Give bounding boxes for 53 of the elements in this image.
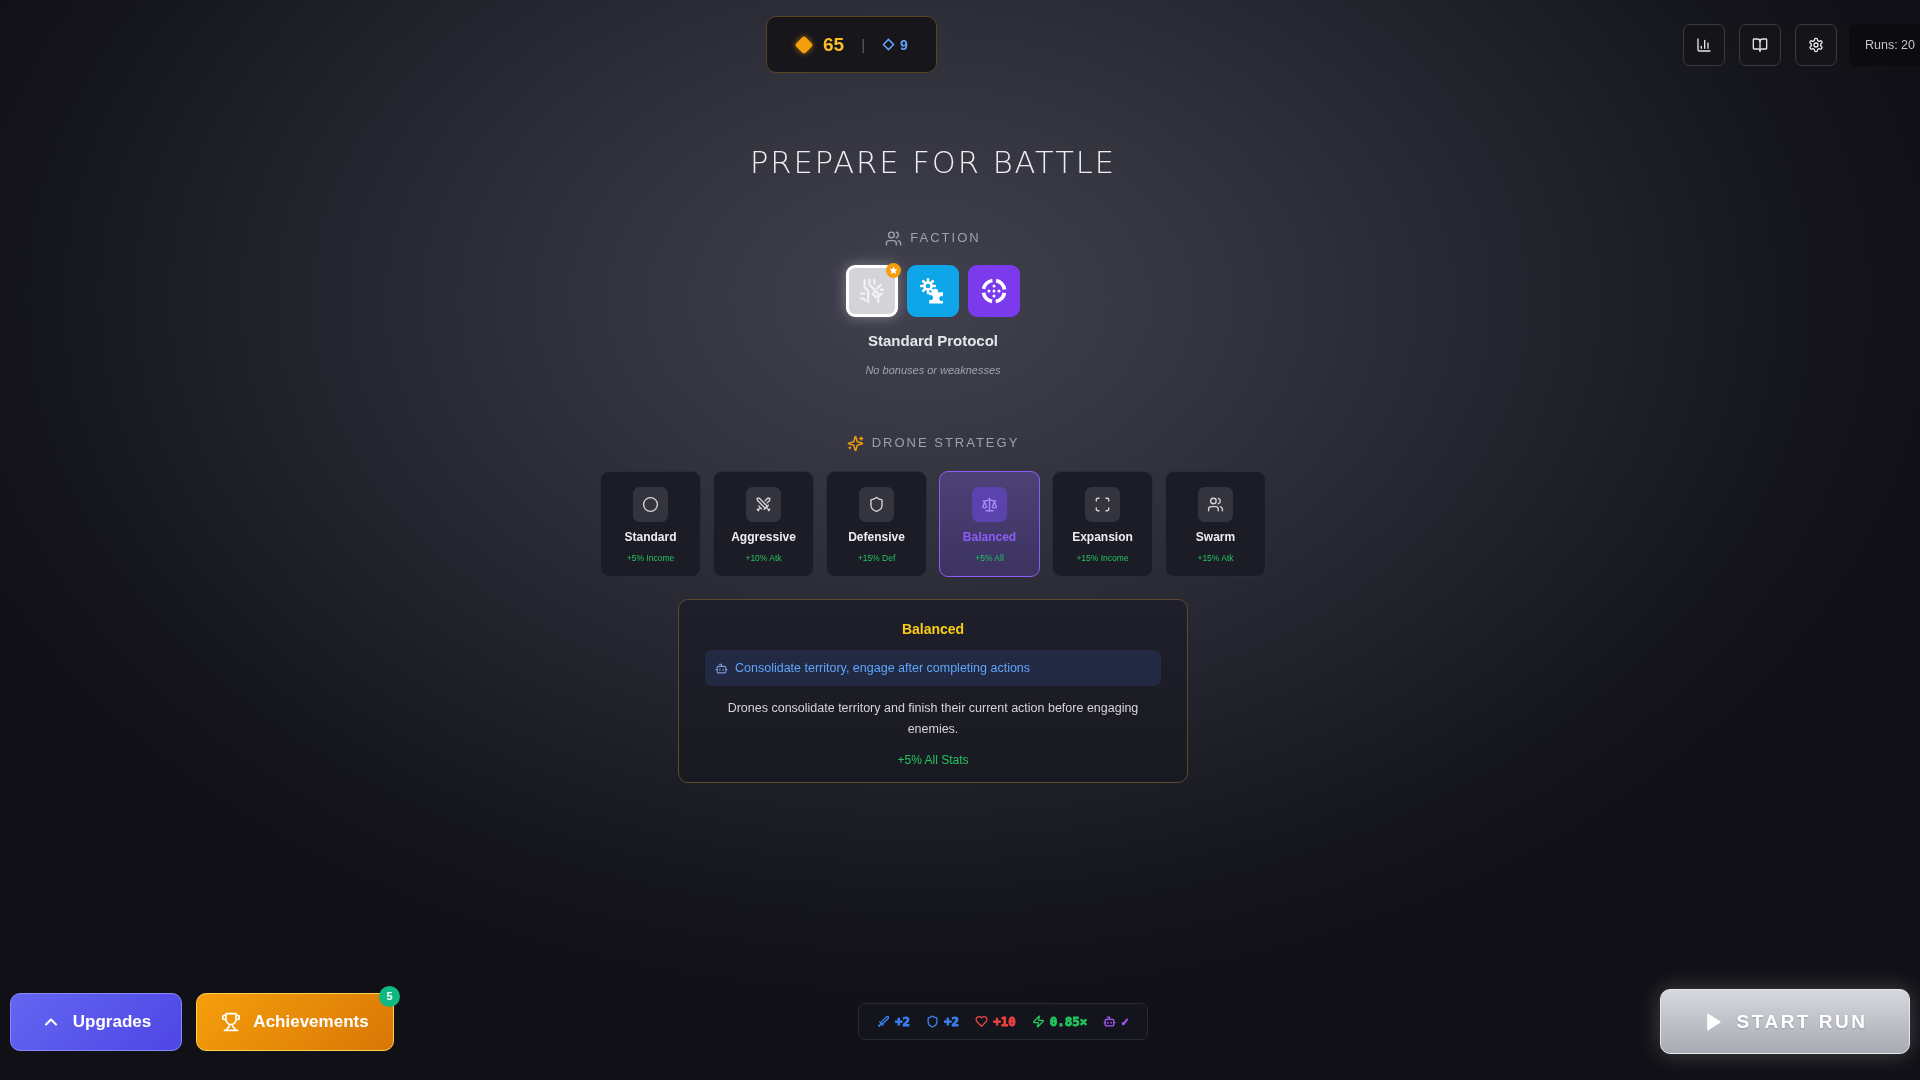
settings-button[interactable] [1794, 23, 1837, 66]
sword-icon [877, 1015, 890, 1028]
people-icon [1198, 487, 1233, 522]
shield-icon [859, 487, 894, 522]
circuit-icon [857, 276, 887, 306]
strategy-card[interactable]: Aggressive +10% Atk [713, 471, 814, 577]
crossed-swords-icon [746, 487, 781, 522]
gem-count: 9 [900, 36, 908, 53]
corners-icon [1085, 487, 1120, 522]
scales-icon [972, 487, 1007, 522]
stats-button[interactable] [1682, 23, 1725, 66]
behavior-text: Consolidate territory, engage after completing actions [735, 661, 1031, 675]
sparkles-icon [846, 434, 864, 452]
faction-name: Standard Protocol [868, 331, 998, 351]
strategy-title: Balanced [900, 620, 966, 638]
upgrades-button[interactable]: Upgrades [10, 992, 182, 1051]
guide-button[interactable] [1738, 23, 1781, 66]
stat-value: 0.85× [1049, 1014, 1088, 1029]
strategy-card[interactable]: Standard +5% Income [600, 471, 701, 577]
strategy-card[interactable]: Balanced +5% All [939, 471, 1040, 577]
faction-tile[interactable] [968, 265, 1020, 317]
page-title: PREPARE FOR BATTLE [749, 145, 1117, 181]
star-badge-icon [886, 263, 901, 278]
strategy-card[interactable]: Expansion +15% Income [1052, 471, 1153, 577]
stat-value: ✓ [1121, 1014, 1129, 1029]
runs-counter: Runs: 20 [1848, 23, 1920, 66]
coin-amount: 65 [823, 33, 845, 56]
heart-icon [975, 1015, 989, 1028]
strategy-description: Drones consolidate territory and finish their current action before engaging enemies. [726, 700, 1140, 738]
strategy-card[interactable]: Swarm +15% Atk [1165, 471, 1266, 577]
stat-value: +2 [944, 1014, 960, 1029]
strategy-bonus: +5% All Stats [896, 752, 970, 768]
lightning-icon [1031, 1015, 1045, 1028]
coin-icon [794, 34, 814, 55]
crosshair-icon [979, 276, 1009, 306]
section-heading: DRONE STRATEGY [871, 434, 1020, 452]
stat-value: +10 [993, 1014, 1016, 1029]
robot-icon [1103, 1015, 1117, 1028]
gem-icon [882, 38, 896, 51]
trophy-icon [221, 1011, 242, 1032]
separator: | [861, 36, 866, 53]
robot-icon [715, 661, 728, 675]
faction-description: No bonuses or weaknesses [865, 363, 1001, 378]
faction-tile[interactable] [907, 265, 959, 317]
people-icon [885, 229, 903, 247]
book-icon [1751, 36, 1768, 53]
stat-value: +2 [895, 1014, 911, 1029]
settings-icon [1807, 36, 1824, 53]
strategy-card[interactable]: Defensive +15% Def [826, 471, 927, 577]
count-badge: 5 [379, 985, 400, 1007]
section-heading: FACTION [910, 229, 981, 247]
bar-chart-icon [1695, 36, 1712, 53]
shield-icon [926, 1015, 940, 1028]
